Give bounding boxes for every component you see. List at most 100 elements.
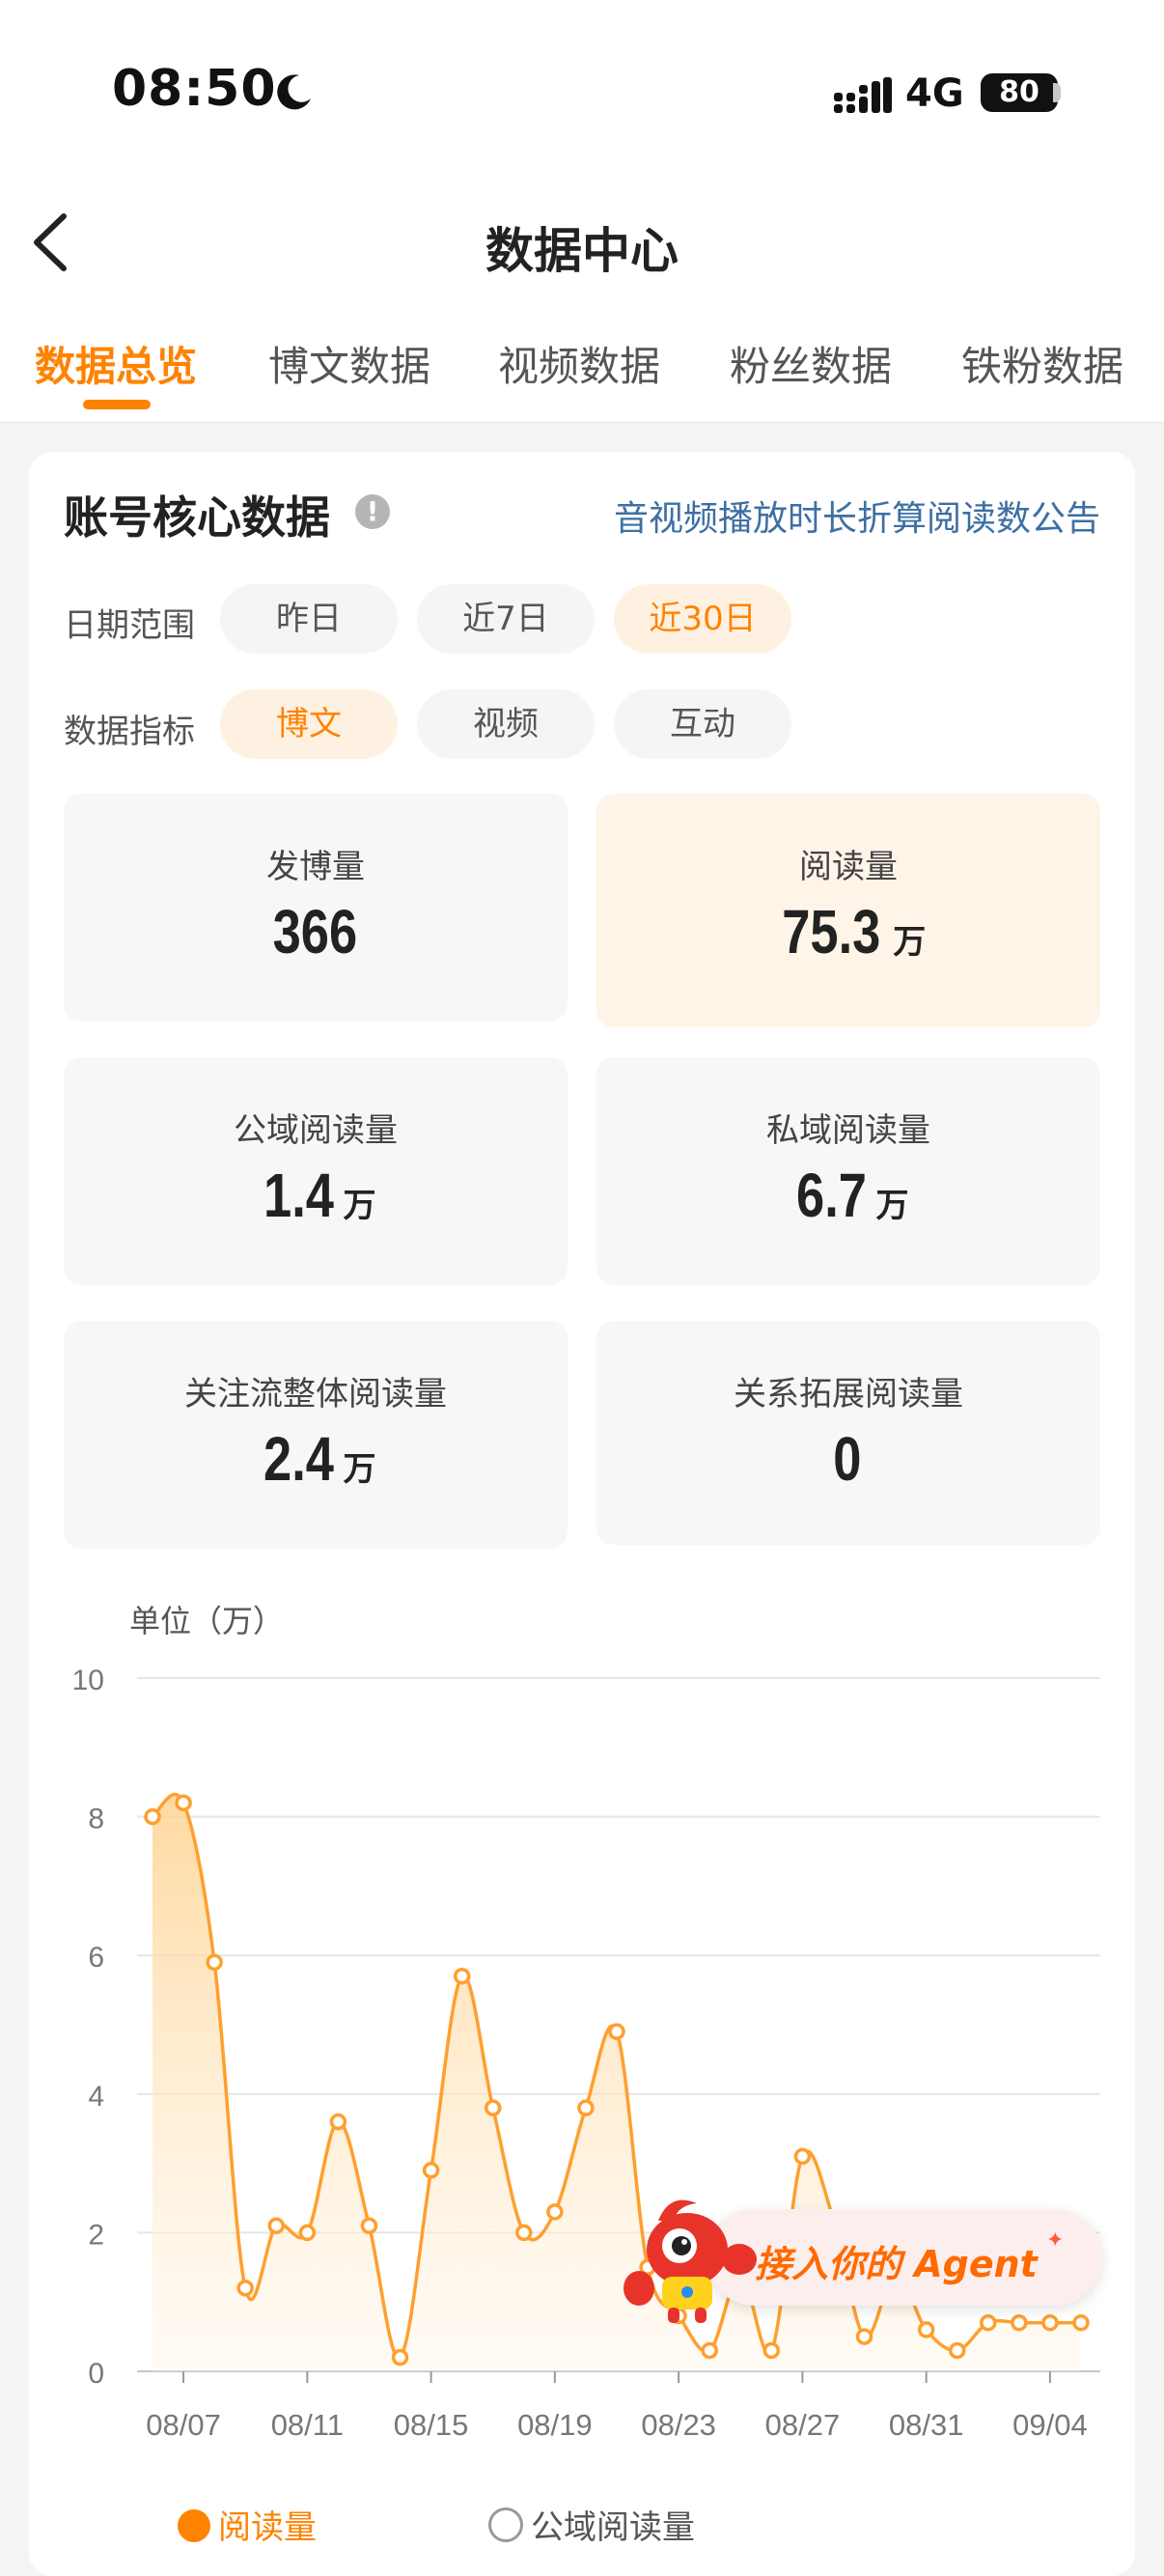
data-point bbox=[298, 2224, 317, 2242]
checkbox-unchecked-icon bbox=[488, 2507, 523, 2542]
stat-value: 75.3 万 bbox=[596, 896, 1100, 967]
x-tick-label: 08/15 bbox=[394, 2408, 469, 2442]
stat-number: 0 bbox=[833, 1424, 862, 1494]
metric-label: 数据指标 bbox=[64, 713, 195, 751]
chart-unit-label: 单位（万） bbox=[129, 1603, 285, 1639]
data-point bbox=[701, 2341, 718, 2360]
tab-fan-data[interactable]: 粉丝数据 bbox=[730, 334, 892, 393]
data-point bbox=[608, 2023, 625, 2040]
x-tick-label: 08/11 bbox=[271, 2408, 344, 2442]
y-tick-label: 2 bbox=[88, 2219, 104, 2251]
stat-private-read[interactable]: 私域阅读量 6.7 万 bbox=[596, 1057, 1100, 1285]
metric-option-posts[interactable]: 博文 bbox=[220, 689, 398, 759]
stat-number: 1.4 bbox=[263, 1161, 334, 1230]
moon-icon bbox=[277, 74, 311, 110]
data-point bbox=[484, 2099, 502, 2116]
stat-number: 2.4 bbox=[263, 1424, 334, 1494]
stat-value: 1.4 万 bbox=[64, 1160, 568, 1231]
stat-value: 6.7 万 bbox=[596, 1160, 1100, 1231]
data-point bbox=[515, 2224, 533, 2242]
x-tick-label: 08/23 bbox=[641, 2408, 716, 2442]
date-option-30days[interactable]: 近30日 bbox=[614, 584, 791, 654]
checkbox-checked-icon bbox=[178, 2509, 210, 2542]
battery-level: 80 bbox=[999, 75, 1039, 109]
section-title: 账号核心数据 bbox=[64, 491, 330, 544]
stat-number: 366 bbox=[272, 897, 357, 966]
stat-label: 公域阅读量 bbox=[234, 1111, 398, 1150]
x-tick-label: 08/27 bbox=[765, 2408, 841, 2442]
legend-read-count[interactable]: 阅读量 bbox=[178, 2501, 317, 2548]
y-tick-label: 0 bbox=[88, 2358, 104, 2390]
x-tick-label: 08/19 bbox=[517, 2408, 593, 2442]
data-point bbox=[236, 2280, 254, 2297]
x-tick-label: 08/07 bbox=[146, 2408, 221, 2442]
stat-label: 阅读量 bbox=[799, 848, 898, 886]
x-tick-label: 09/04 bbox=[1012, 2408, 1088, 2442]
tab-overview[interactable]: 数据总览 bbox=[35, 334, 197, 393]
status-time: 08:50 bbox=[112, 60, 277, 118]
info-icon[interactable]: ! bbox=[355, 494, 390, 529]
data-point bbox=[793, 2147, 812, 2166]
metric-option-video[interactable]: 视频 bbox=[417, 689, 595, 759]
data-point bbox=[267, 2217, 286, 2234]
data-point bbox=[546, 2203, 564, 2221]
data-point bbox=[577, 2099, 595, 2116]
tab-bar: 数据总览 博文数据 视频数据 粉丝数据 铁粉数据 bbox=[0, 334, 1164, 392]
stat-label: 关注流整体阅读量 bbox=[184, 1375, 447, 1414]
mascot-icon bbox=[624, 2199, 757, 2323]
legend-label: 阅读量 bbox=[218, 2508, 317, 2547]
stat-unit: 万 bbox=[343, 1187, 376, 1225]
metric-option-interaction[interactable]: 互动 bbox=[614, 689, 791, 759]
data-point bbox=[762, 2341, 781, 2360]
y-tick-label: 4 bbox=[88, 2081, 104, 2113]
stat-number: 75.3 bbox=[781, 897, 881, 966]
divider bbox=[0, 422, 1164, 423]
data-point bbox=[329, 2113, 347, 2131]
stat-unit: 万 bbox=[343, 1450, 376, 1489]
stat-label: 关系拓展阅读量 bbox=[734, 1375, 963, 1414]
tab-video-data[interactable]: 视频数据 bbox=[498, 334, 660, 393]
data-point bbox=[175, 1794, 192, 1811]
agent-label: 接入你的 Agent bbox=[755, 2243, 1038, 2285]
data-point bbox=[391, 2348, 409, 2366]
stat-public-read[interactable]: 公域阅读量 1.4 万 bbox=[64, 1057, 568, 1285]
tab-loyal-fan-data[interactable]: 铁粉数据 bbox=[961, 334, 1123, 393]
stat-value: 366 bbox=[64, 896, 568, 967]
notice-link[interactable]: 音视频播放时长折算阅读数公告 bbox=[614, 490, 1100, 541]
stat-relation-expand-read[interactable]: 关系拓展阅读量 0 bbox=[596, 1321, 1100, 1545]
stat-unit: 万 bbox=[893, 923, 927, 962]
data-point bbox=[453, 1967, 471, 1985]
date-option-yesterday[interactable]: 昨日 bbox=[220, 584, 398, 654]
legend-public-read[interactable]: 公域阅读量 bbox=[488, 2501, 695, 2548]
date-range-label: 日期范围 bbox=[64, 606, 195, 645]
y-tick-label: 6 bbox=[88, 1942, 104, 1974]
x-tick-label: 08/31 bbox=[889, 2408, 964, 2442]
signal-icon bbox=[834, 77, 892, 113]
data-point bbox=[855, 2328, 873, 2345]
stat-read-count[interactable]: 阅读量 75.3 万 bbox=[596, 794, 1100, 1027]
page-title: 数据中心 bbox=[485, 223, 679, 279]
stat-follow-feed-read[interactable]: 关注流整体阅读量 2.4 万 bbox=[64, 1321, 568, 1549]
y-tick-label: 8 bbox=[88, 1804, 104, 1835]
sparkle-icon: ✦ bbox=[1046, 2228, 1065, 2253]
data-point bbox=[422, 2162, 440, 2179]
legend-label: 公域阅读量 bbox=[531, 2508, 695, 2547]
read-trend-chart[interactable]: 0 2 4 6 8 10 08/07 08/11 08/15 08/19 08/23 08/27 08/… bbox=[0, 1641, 1164, 2472]
stat-label: 发博量 bbox=[266, 848, 365, 886]
stat-number: 6.7 bbox=[795, 1161, 867, 1230]
agent-banner[interactable]: 接入你的 Agent ✦ bbox=[620, 2192, 1102, 2327]
data-point bbox=[948, 2341, 966, 2360]
data-point bbox=[206, 1953, 223, 1972]
data-point bbox=[360, 2217, 378, 2234]
stat-post-count[interactable]: 发博量 366 bbox=[64, 794, 568, 1022]
date-option-7days[interactable]: 近7日 bbox=[417, 584, 595, 654]
stat-value: 0 bbox=[596, 1423, 1100, 1495]
stat-value: 2.4 万 bbox=[64, 1423, 568, 1495]
data-point bbox=[144, 1807, 161, 1826]
tab-post-data[interactable]: 博文数据 bbox=[268, 334, 430, 393]
tab-active-indicator bbox=[83, 400, 151, 409]
y-tick-label: 10 bbox=[72, 1665, 104, 1696]
network-type: 4G bbox=[905, 71, 964, 116]
stat-label: 私域阅读量 bbox=[766, 1111, 930, 1150]
stat-unit: 万 bbox=[875, 1187, 909, 1225]
